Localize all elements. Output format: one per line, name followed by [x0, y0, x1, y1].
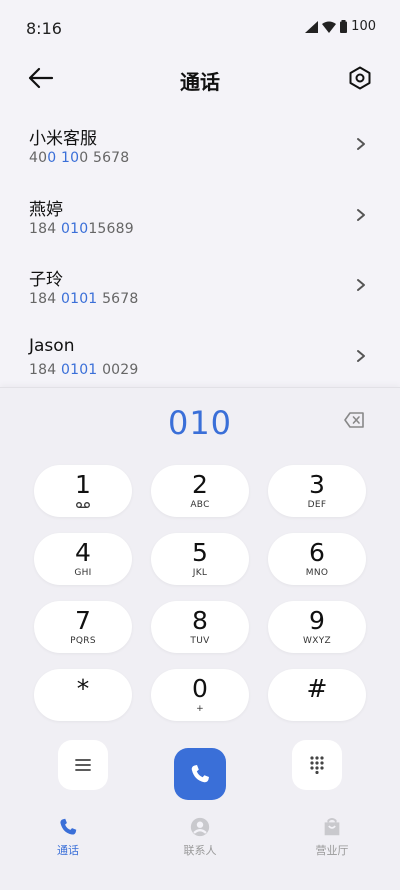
- contact-number: 184 01015689: [29, 220, 134, 237]
- chevron-right-icon: [357, 208, 365, 221]
- contact-name: 小米客服: [29, 129, 97, 149]
- settings-hexagon-icon[interactable]: [348, 66, 372, 90]
- chevron-right-icon: [357, 138, 365, 150]
- contact-number: 400 100 5678: [29, 150, 130, 166]
- battery-level: 100: [351, 19, 376, 34]
- dial-key-star[interactable]: *: [34, 669, 132, 721]
- chevron-right-icon: [357, 279, 365, 291]
- menu-button[interactable]: [58, 740, 108, 790]
- status-bar: 8:16 100: [0, 0, 400, 56]
- phone-icon: [191, 765, 209, 783]
- dialpad-grid-icon: [310, 756, 324, 774]
- dial-key-7[interactable]: 7 PQRS: [34, 601, 132, 653]
- backspace-icon[interactable]: [344, 412, 364, 428]
- tab-label: 联系人: [183, 844, 217, 857]
- dial-key-8[interactable]: 8 TUV: [151, 601, 249, 653]
- contact-number: 184 0101 5678: [29, 291, 139, 307]
- contact-name: 燕婷: [29, 199, 63, 220]
- chevron-right-icon: [357, 349, 365, 362]
- contact-row[interactable]: Jason 184 0101 0029: [0, 326, 400, 397]
- contact-number: 184 0101 0029: [29, 361, 139, 378]
- dial-key-9[interactable]: 9 WXYZ: [268, 601, 366, 653]
- cell-signal-icon: [305, 20, 319, 33]
- tab-service-hall[interactable]: 营业厅: [292, 812, 372, 858]
- dial-key-0[interactable]: 0 +: [151, 669, 249, 721]
- contact-row[interactable]: 小米客服 400 100 5678: [0, 114, 400, 185]
- battery-icon: [340, 20, 348, 33]
- phone-icon: [60, 818, 77, 835]
- status-time: 8:16: [26, 19, 62, 38]
- tab-calls[interactable]: 通话: [28, 812, 108, 858]
- contact-row[interactable]: 燕婷 184 01015689: [0, 185, 400, 256]
- dial-key-2[interactable]: 2 ABC: [151, 465, 249, 517]
- tab-label: 通话: [57, 844, 79, 857]
- status-icons: 100: [305, 19, 376, 34]
- person-icon: [190, 817, 210, 837]
- contact-name: Jason: [29, 335, 75, 356]
- call-button[interactable]: [174, 748, 226, 800]
- contact-name: 子玲: [29, 270, 63, 290]
- contact-list: 小米客服 400 100 5678 燕婷 184 01015689 子玲 184…: [0, 114, 400, 396]
- dial-key-1[interactable]: 1: [34, 465, 132, 517]
- dial-key-4[interactable]: 4 GHI: [34, 533, 132, 585]
- voicemail-icon: [76, 502, 90, 508]
- dial-key-3[interactable]: 3 DEF: [268, 465, 366, 517]
- dial-key-5[interactable]: 5 JKL: [151, 533, 249, 585]
- dialpad-toggle-button[interactable]: [292, 740, 342, 790]
- menu-lines-icon: [75, 759, 91, 771]
- tab-contacts[interactable]: 联系人: [160, 812, 240, 858]
- dial-key-6[interactable]: 6 MNO: [268, 533, 366, 585]
- page-title: 通话: [180, 70, 220, 94]
- bag-icon: [324, 818, 340, 836]
- contact-row[interactable]: 子玲 184 0101 5678: [0, 255, 400, 326]
- wifi-icon: [322, 21, 337, 33]
- dial-input-display[interactable]: 010: [0, 404, 400, 442]
- tab-label: 营业厅: [315, 844, 349, 857]
- app-header: 通话: [0, 56, 400, 102]
- dial-key-hash[interactable]: #: [268, 669, 366, 721]
- bottom-tab-bar: 通话 联系人 营业厅: [0, 812, 400, 872]
